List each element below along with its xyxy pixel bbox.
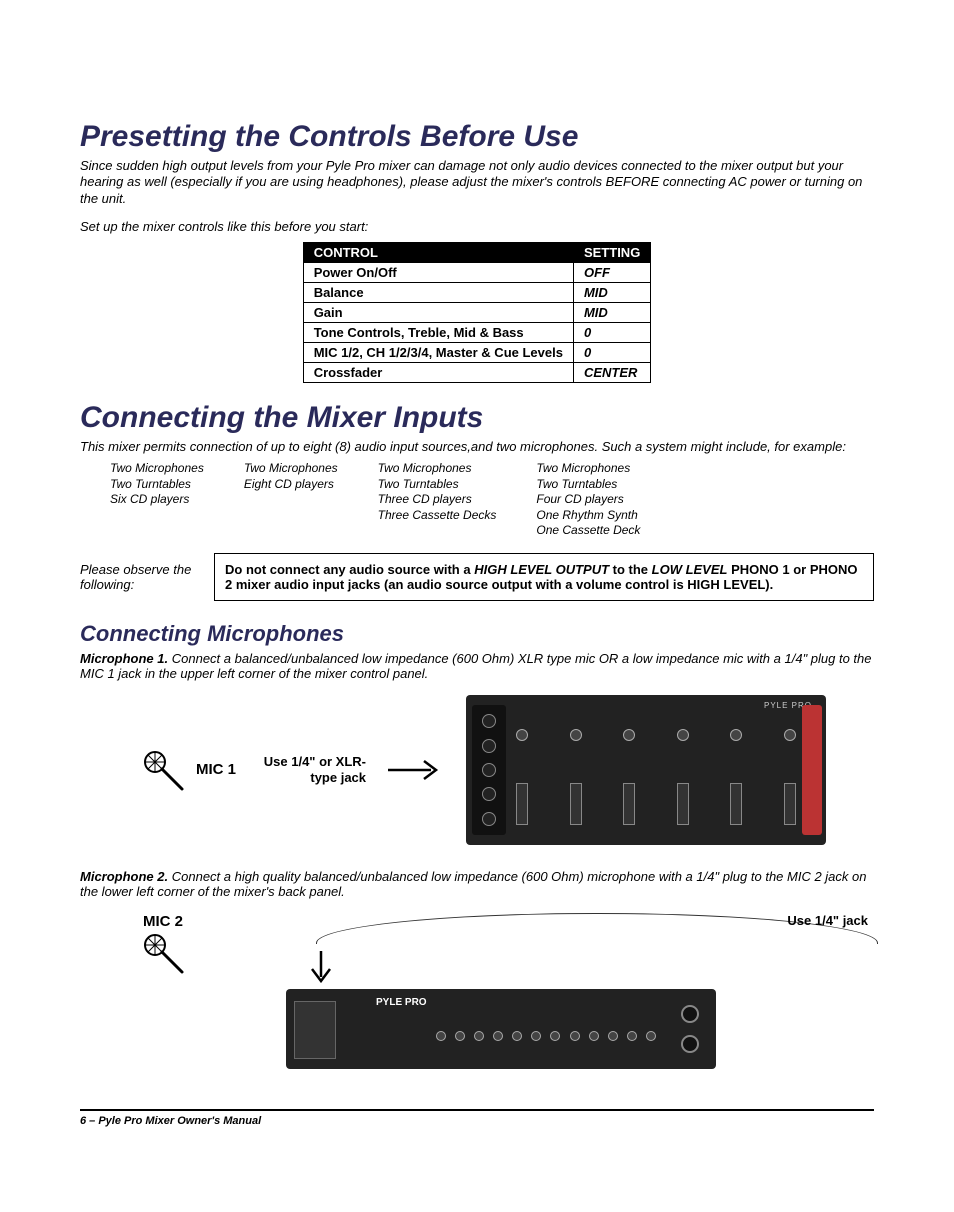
brand-label: PYLE PRO [376,997,427,1008]
arrow-right-icon [386,755,446,785]
settings-table: CONTROL SETTING Power On/Off OFF Balance… [303,242,652,383]
knob-icon [516,729,528,741]
sources-col: Two Microphones Two Turntables Three CD … [378,461,497,539]
knob-icon [730,729,742,741]
mic2-desc: Microphone 2. Connect a high quality bal… [80,869,874,899]
knob-icon [677,729,689,741]
mic1-arrow-label: Use 1/4" or XLR-type jack [256,754,366,785]
slider-icon [784,783,796,825]
slider-icon [516,783,528,825]
section1-intro: Since sudden high output levels from you… [80,158,874,207]
sources-col: Two Microphones Two Turntables Six CD pl… [110,461,204,539]
table-row: Gain MID [303,302,651,322]
rca-jack-icon [512,1031,522,1041]
section2-title: Connecting the Mixer Inputs [80,401,874,435]
power-block-icon [294,1001,336,1059]
slider-icon [570,783,582,825]
observe-row: Please observe the following: Do not con… [80,553,874,601]
section1-setup: Set up the mixer controls like this befo… [80,219,874,234]
section3-title: Connecting Microphones [80,621,874,647]
table-row: Crossfader CENTER [303,362,651,382]
jack-icon [681,1005,699,1023]
table-row: MIC 1/2, CH 1/2/3/4, Master & Cue Levels… [303,342,651,362]
observe-box: Do not connect any audio source with a H… [214,553,874,601]
jack-icon [482,787,496,801]
mic2-label: MIC 2 [143,913,183,930]
knob-icon [623,729,635,741]
slider-icon [677,783,689,825]
table-row: Balance MID [303,282,651,302]
slider-icon [623,783,635,825]
rca-jack-icon [570,1031,580,1041]
rca-jack-icon [550,1031,560,1041]
mic1-figure: MIC 1 Use 1/4" or XLR-type jack PYLE PRO [140,695,874,845]
section2-intro: This mixer permits connection of up to e… [80,439,874,455]
mic1-jack-icon [482,714,496,728]
mic2-jack-icon [681,1035,699,1053]
mic1-label: MIC 1 [196,761,236,778]
knob-icon [570,729,582,741]
mic2-figure: MIC 2 Use 1/4" jack [140,913,874,1069]
rca-jack-icon [531,1031,541,1041]
slider-icon [730,783,742,825]
section1-title: Presetting the Controls Before Use [80,120,874,154]
jack-icon [482,763,496,777]
microphone-icon [140,747,186,793]
sources-col: Two Microphones Eight CD players [244,461,338,539]
table-row: Tone Controls, Treble, Mid & Bass 0 [303,322,651,342]
col-setting: SETTING [573,242,650,262]
rca-jack-icon [627,1031,637,1041]
mic2-arrow-label: Use 1/4" jack [787,913,868,929]
rca-jack-icon [608,1031,618,1041]
arrow-down-icon [306,949,336,989]
rca-jack-icon [493,1031,503,1041]
table-row: Power On/Off OFF [303,262,651,282]
jack-icon [482,739,496,753]
knob-icon [784,729,796,741]
footer-text: 6 – Pyle Pro Mixer Owner's Manual [80,1115,874,1127]
rca-jack-icon [589,1031,599,1041]
footer-rule: 6 – Pyle Pro Mixer Owner's Manual [80,1109,874,1127]
rca-jack-icon [455,1031,465,1041]
microphone-icon [140,930,186,976]
rca-jack-icon [436,1031,446,1041]
rca-jack-icon [474,1031,484,1041]
mic1-desc: Microphone 1. Connect a balanced/unbalan… [80,651,874,681]
mixer-back-diagram: PYLE PRO [286,989,716,1069]
jack-icon [482,812,496,826]
model-strip [802,705,822,835]
mixer-top-diagram: PYLE PRO [466,695,826,845]
rca-jack-icon [646,1031,656,1041]
sources-col: Two Microphones Two Turntables Four CD p… [536,461,640,539]
sources-row: Two Microphones Two Turntables Six CD pl… [110,461,874,539]
observe-label: Please observe the following: [80,562,200,592]
col-control: CONTROL [303,242,573,262]
